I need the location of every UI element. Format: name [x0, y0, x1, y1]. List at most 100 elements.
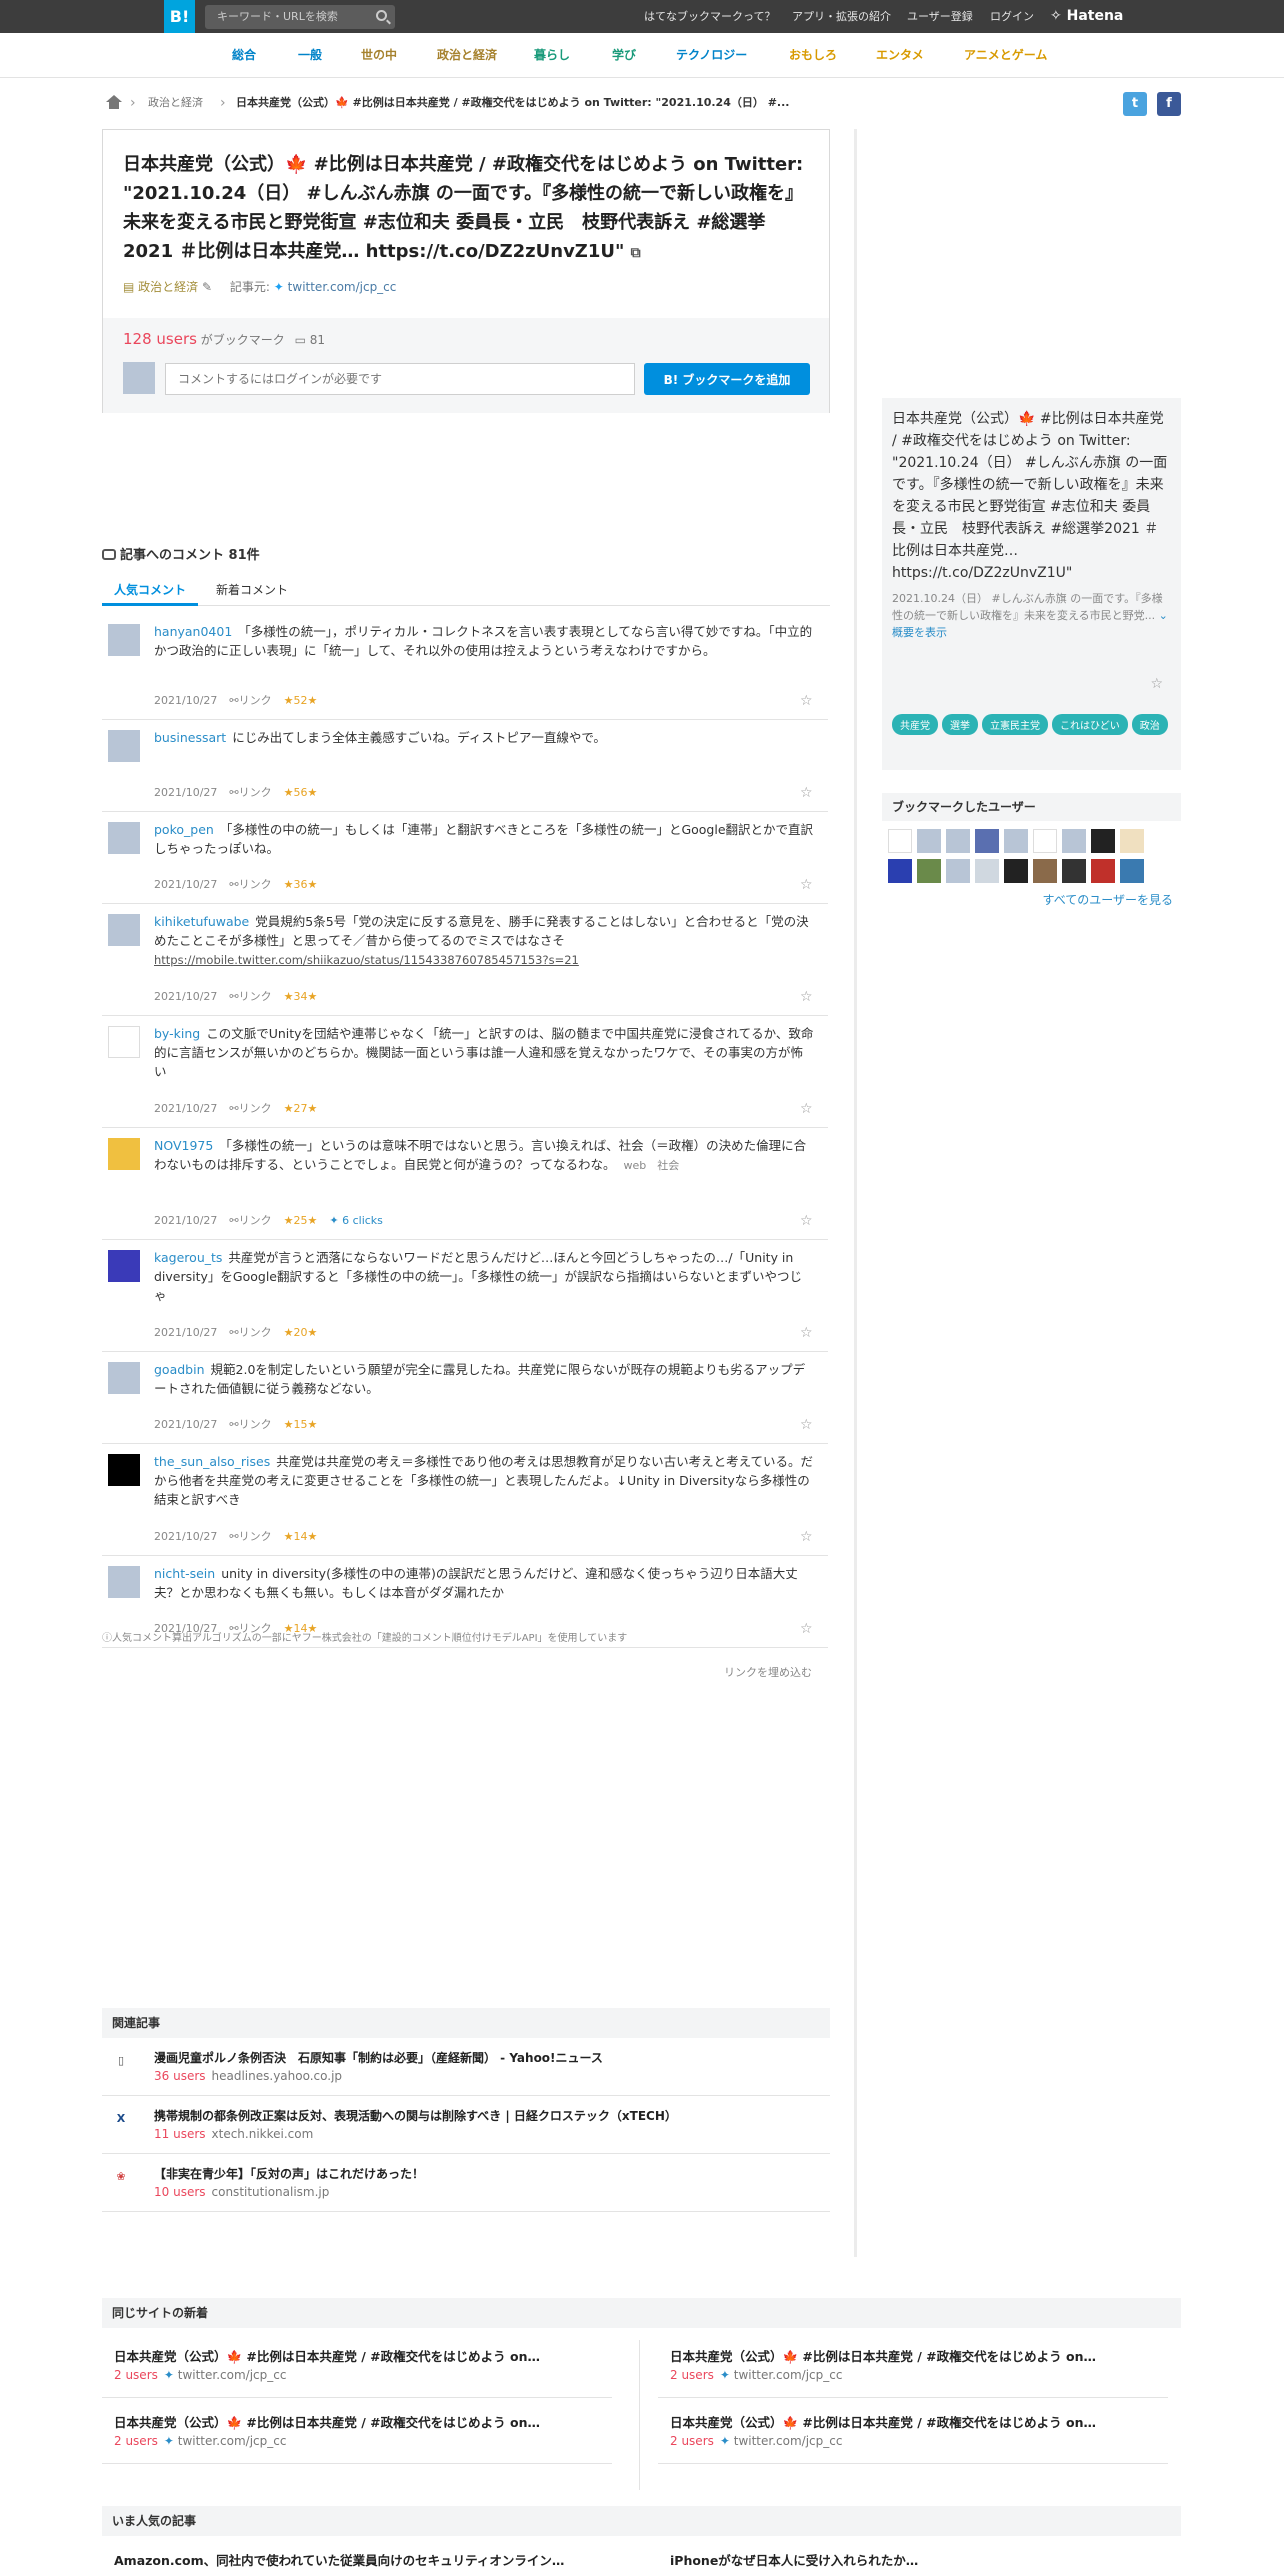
entry-title-text[interactable]: 日本共産党（公式）🍁 #比例は日本共産党 / #政権交代をはじめよう on Tw…	[123, 154, 803, 262]
category-tab-economics[interactable]: 政治と経済	[437, 33, 497, 78]
list-item[interactable]: X 携帯規制の都条例改正案は反対、表現活動への関与は削除すべき | 日経クロステ…	[102, 2096, 830, 2154]
user-avatar[interactable]	[975, 859, 999, 883]
comment-user[interactable]: businessart	[154, 730, 226, 745]
star-count[interactable]: ★36★	[284, 878, 318, 891]
add-star-icon[interactable]: ☆	[800, 1102, 814, 1116]
add-star-icon[interactable]: ☆	[800, 1622, 814, 1636]
link-icon[interactable]: ⚯	[229, 1530, 238, 1543]
comment-date[interactable]: 2021/10/27	[154, 786, 217, 799]
same-site-domain[interactable]: twitter.com/jcp_cc	[178, 2368, 287, 2382]
user-avatar[interactable]	[888, 859, 912, 883]
popular-title[interactable]: iPhoneがなぜ日本人に受け入れられたか…	[670, 2550, 918, 2568]
user-avatar[interactable]	[1004, 859, 1028, 883]
comment-link[interactable]: https://mobile.twitter.com/shiikazuo/sta…	[154, 953, 579, 967]
comment-link-label[interactable]: リンク	[239, 786, 272, 799]
list-item[interactable]: ▯ 漫画児童ポルノ条例否決 石原知事「制約は必要」（産経新聞） - Yahoo!…	[102, 2038, 830, 2096]
category-tab-knowledge[interactable]: 学び	[612, 33, 636, 78]
sidebar-entry-title[interactable]: 日本共産党（公式）🍁 #比例は日本共産党 / #政権交代をはじめよう on Tw…	[892, 408, 1171, 584]
same-site-domain[interactable]: twitter.com/jcp_cc	[734, 2434, 843, 2448]
user-avatar[interactable]	[1033, 859, 1057, 883]
add-star-icon[interactable]: ☆	[800, 1418, 814, 1432]
link-icon[interactable]: ⚯	[229, 1102, 238, 1115]
tag[interactable]: これはひどい	[1052, 714, 1128, 735]
register-link[interactable]: ユーザー登録	[907, 0, 973, 33]
hatena-brand-link[interactable]: ✧ Hatena	[1050, 0, 1123, 33]
link-icon[interactable]: ⚯	[229, 694, 238, 707]
comment-date[interactable]: 2021/10/27	[154, 1326, 217, 1339]
tag[interactable]: 共産党	[892, 714, 938, 735]
user-avatar[interactable]	[917, 859, 941, 883]
add-star-icon[interactable]: ☆	[800, 1530, 814, 1544]
twitter-clicks[interactable]: ✦ 6 clicks	[329, 1214, 383, 1227]
star-count[interactable]: ★15★	[284, 1418, 318, 1431]
related-users[interactable]: 11 users	[154, 2127, 206, 2141]
login-link[interactable]: ログイン	[990, 0, 1034, 33]
category-tab-all[interactable]: 総合	[232, 33, 256, 78]
entry-category-link[interactable]: 政治と経済	[138, 280, 198, 294]
user-avatar[interactable]	[1062, 859, 1086, 883]
same-site-title[interactable]: 日本共産党（公式）🍁 #比例は日本共産党 / #政権交代をはじめよう on…	[114, 2412, 540, 2431]
user-avatar[interactable]	[1120, 829, 1144, 853]
tag[interactable]: 政治	[1131, 714, 1168, 735]
comment-link-label[interactable]: リンク	[239, 1418, 272, 1431]
all-users-link[interactable]: すべてのユーザーを見る	[882, 891, 1181, 908]
comment-link-label[interactable]: リンク	[239, 1214, 272, 1227]
embed-link[interactable]: リンクを埋め込む	[724, 1664, 812, 1680]
avatar[interactable]	[108, 1362, 140, 1394]
link-icon[interactable]: ⚯	[229, 786, 238, 799]
comment-date[interactable]: 2021/10/27	[154, 878, 217, 891]
comment-user[interactable]: the_sun_also_rises	[154, 1454, 270, 1469]
user-avatar[interactable]	[1062, 829, 1086, 853]
entry-source-link[interactable]: twitter.com/jcp_cc	[288, 280, 397, 294]
same-site-domain[interactable]: twitter.com/jcp_cc	[734, 2368, 843, 2382]
comment-input[interactable]	[165, 363, 635, 395]
add-star-icon[interactable]: ☆	[800, 1214, 814, 1228]
avatar[interactable]	[108, 1250, 140, 1282]
tab-popular-comments[interactable]: 人気コメント	[102, 574, 199, 606]
comment-link-label[interactable]: リンク	[239, 878, 272, 891]
users-count-link[interactable]: 128 users	[123, 330, 197, 348]
related-domain[interactable]: xtech.nikkei.com	[212, 2127, 314, 2141]
comment-user[interactable]: by-king	[154, 1026, 200, 1041]
star-count[interactable]: ★14★	[284, 1530, 318, 1543]
list-item[interactable]: ❀ 【非実在青少年】「反対の声」はこれだけあった！ 10 users consti…	[102, 2154, 830, 2212]
user-avatar[interactable]	[975, 829, 999, 853]
same-site-title[interactable]: 日本共産党（公式）🍁 #比例は日本共産党 / #政権交代をはじめよう on…	[670, 2346, 1096, 2365]
comment-link-label[interactable]: リンク	[239, 1102, 272, 1115]
same-site-domain[interactable]: twitter.com/jcp_cc	[178, 2434, 287, 2448]
star-count[interactable]: ★25★	[284, 1214, 318, 1227]
add-star-icon[interactable]: ☆	[800, 990, 814, 1004]
comment-user[interactable]: poko_pen	[154, 822, 214, 837]
comment-user[interactable]: goadbin	[154, 1362, 205, 1377]
user-avatar[interactable]	[1091, 829, 1115, 853]
link-icon[interactable]: ⚯	[229, 990, 238, 1003]
facebook-share-icon[interactable]: f	[1157, 92, 1181, 116]
comment-user[interactable]: NOV1975	[154, 1138, 213, 1153]
twitter-share-icon[interactable]: t	[1123, 92, 1147, 116]
add-star-icon[interactable]: ☆	[800, 878, 814, 892]
add-star-icon[interactable]: ☆	[800, 694, 814, 708]
comment-link-label[interactable]: リンク	[239, 990, 272, 1003]
link-icon[interactable]: ⚯	[229, 1418, 238, 1431]
list-item[interactable]: 日本共産党（公式）🍁 #比例は日本共産党 / #政権交代をはじめよう on… 2…	[658, 2402, 1168, 2464]
search-icon[interactable]	[376, 10, 387, 21]
related-domain[interactable]: constitutionalism.jp	[212, 2185, 330, 2199]
comment-date[interactable]: 2021/10/27	[154, 1214, 217, 1227]
avatar[interactable]	[108, 1138, 140, 1170]
comment-user[interactable]: kihiketufuwabe	[154, 914, 249, 929]
user-avatar[interactable]	[1033, 829, 1057, 853]
user-avatar[interactable]	[946, 829, 970, 853]
related-domain[interactable]: headlines.yahoo.co.jp	[212, 2069, 343, 2083]
star-count[interactable]: ★56★	[284, 786, 318, 799]
same-site-users[interactable]: 2 users	[670, 2368, 714, 2382]
user-avatar[interactable]	[888, 829, 912, 853]
related-users[interactable]: 10 users	[154, 2185, 206, 2199]
tag[interactable]: 選挙	[942, 714, 978, 735]
avatar[interactable]	[108, 624, 140, 656]
add-bookmark-button[interactable]: B! ブックマークを追加	[644, 363, 810, 395]
popular-title[interactable]: Amazon.com、同社内で使われていた従業員向けのセキュリティオンライン…	[114, 2550, 564, 2568]
related-title[interactable]: 携帯規制の都条例改正案は反対、表現活動への関与は削除すべき | 日経クロステック…	[154, 2107, 677, 2124]
category-tab-game[interactable]: アニメとゲーム	[964, 33, 1047, 78]
same-site-title[interactable]: 日本共産党（公式）🍁 #比例は日本共産党 / #政権交代をはじめよう on…	[670, 2412, 1096, 2431]
same-site-users[interactable]: 2 users	[670, 2434, 714, 2448]
